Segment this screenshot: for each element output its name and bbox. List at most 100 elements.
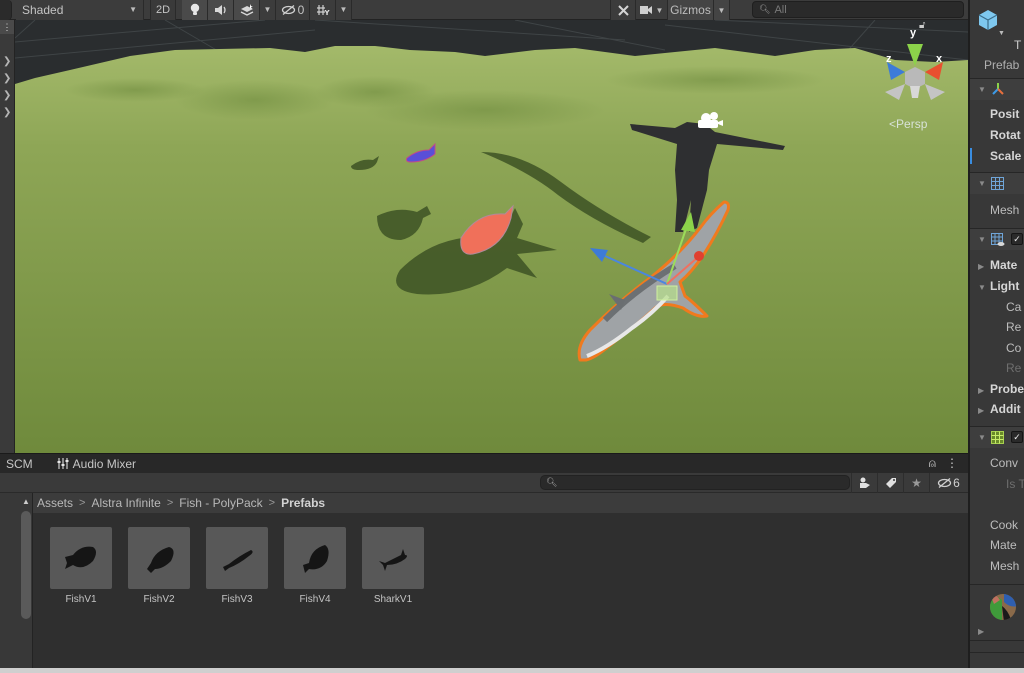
grid-snap-button[interactable]: Y [310,0,336,20]
gizmos-dropdown-button[interactable]: ▼ [714,0,730,20]
tag-icon [885,478,896,488]
effects-toggle-button[interactable] [234,0,260,20]
asset-name: FishV4 [299,594,331,605]
svg-text:Y: Y [323,9,330,16]
tab-audio-mixer[interactable]: Audio Mixer [53,457,140,471]
breadcrumb-item[interactable]: Assets [37,496,73,510]
fish-prefab-icon [147,547,174,573]
camera-settings-button[interactable]: ▼ [636,0,668,20]
chevron-down-icon: ▼ [129,5,137,14]
object-name-field[interactable]: T [1014,38,1024,52]
mesh-filter-header[interactable]: ▼ [970,173,1024,194]
mesh-collider-icon [991,431,1004,444]
additional-settings-label[interactable]: Addit [990,402,1024,416]
asset-grid: FishV1 FishV2 FishV3 FishV4 SharkV1 [33,513,968,668]
collapse-triangle-icon[interactable]: ▼ [978,235,986,244]
chevron-right-icon[interactable]: ❯ [3,90,11,101]
tab-scm[interactable]: SCM [2,457,37,471]
scroll-up-arrow[interactable]: ▲ [22,497,30,506]
asset-item[interactable]: SharkV1 [361,527,425,605]
asset-thumbnail [50,527,112,589]
audio-toggle-button[interactable] [208,0,234,20]
scale-label: Scale [990,149,1022,163]
hidden-packages-button[interactable]: 6 [929,473,967,493]
expand-triangle-icon[interactable]: ▶ [978,262,984,271]
projection-label: Persp [896,117,928,131]
layers-icon [240,3,253,16]
expand-triangle-icon[interactable]: ▶ [978,627,984,636]
scene-search-input[interactable]: 🔍︎ All [752,1,964,18]
mesh-label: Mesh [990,203,1020,217]
terrain-hill-shade [65,78,205,102]
eye-hidden-icon [281,4,295,15]
tools-button[interactable] [610,0,636,20]
overlay-menu-handle[interactable]: ⋮ [0,20,14,34]
overlay-tool-strip: ⋮ ❯ ❯ ❯ ❯ [0,20,15,453]
toggle-2d-button[interactable]: 2D [150,0,176,20]
more-options-icon[interactable]: ⋮ [946,456,958,471]
mesh-renderer-enabled-checkbox[interactable]: ✓ [1011,233,1023,245]
window-bottom-edge [0,668,1024,673]
materials-label[interactable]: Mate [990,258,1024,272]
collapse-triangle-icon[interactable]: ▼ [978,283,986,292]
search-by-label-button[interactable] [877,473,903,493]
asset-item[interactable]: FishV3 [205,527,269,605]
folder-tree-scrollbar[interactable] [21,511,31,619]
chevron-right-icon[interactable]: ❯ [3,107,11,118]
scene-visibility-button[interactable]: 0 [276,0,310,20]
gizmos-button[interactable]: Gizmos [668,0,714,20]
lighting-label[interactable]: Light [990,279,1024,293]
chevron-right-icon[interactable]: ❯ [3,73,11,84]
axis-z-label: z [886,53,892,65]
prefab-icon-dropdown[interactable]: ▼ [998,30,1024,37]
material-preview-sphere[interactable] [988,592,1018,622]
breadcrumb-item[interactable]: Alstra Infinite [91,496,160,510]
prefab-label: Prefab [984,58,1020,72]
asset-thumbnail [284,527,346,589]
collider-mesh-label: Mesh [990,559,1020,573]
transform-header[interactable]: ▼ [970,79,1024,100]
shark-prefab-icon [379,549,407,571]
project-search-input[interactable]: 🔍︎ [540,475,850,490]
mesh-renderer-header[interactable]: ▼ ✓ [970,229,1024,250]
asset-item[interactable]: FishV2 [127,527,191,605]
breadcrumb-current[interactable]: Prefabs [281,496,325,510]
favorites-button[interactable]: ★ [903,473,929,493]
chevron-right-icon[interactable]: ❯ [3,56,11,67]
divider [970,640,1024,641]
gizmo-lock-icon[interactable]: 🔓︎ [919,20,925,31]
expand-triangle-icon[interactable]: ▶ [978,386,984,395]
projection-toggle[interactable]: <Persp [889,117,927,131]
asset-name: FishV3 [221,594,253,605]
mesh-collider-header[interactable]: ▼ ✓ [970,427,1024,448]
lightbulb-icon [190,3,199,15]
transform-icon [992,83,1004,95]
fish-prefab-icon [223,550,253,571]
lighting-toggle-button[interactable] [182,0,208,20]
expand-triangle-icon[interactable]: ▶ [978,406,984,415]
breadcrumb-item[interactable]: Fish - PolyPack [179,496,262,510]
scene-toolbar: Shaded ▼ 2D ▼ 0 Y ▼ ▼ Gizmos ▼ 🔍︎ All [0,0,968,20]
is-trigger-label: Is T [1006,477,1024,491]
lock-icon[interactable]: ⍝ [929,456,936,471]
collapse-triangle-icon[interactable]: ▼ [978,85,986,94]
asset-item[interactable]: FishV1 [49,527,113,605]
collapse-triangle-icon[interactable]: ▼ [978,179,986,188]
scene-viewport[interactable]: 🔓︎ y x z <Persp [15,20,968,453]
search-icon: 🔍︎ [759,4,771,14]
camera-icon [639,6,652,14]
probes-label[interactable]: Probe [990,382,1024,396]
shading-mode-dropdown[interactable]: Shaded ▼ [16,0,144,20]
effects-dropdown-button[interactable]: ▼ [260,0,276,20]
gizmo-plane-handle [656,285,678,301]
collapse-triangle-icon[interactable]: ▼ [978,433,986,442]
search-by-type-button[interactable] [851,473,877,493]
mesh-collider-enabled-checkbox[interactable]: ✓ [1011,431,1023,443]
star-icon: ★ [911,476,922,490]
asset-item[interactable]: FishV4 [283,527,347,605]
speaker-icon [214,4,226,15]
chevron-right-icon: > [166,497,174,509]
grid-snap-icon: Y [316,4,330,16]
chevron-right-icon: > [79,497,86,509]
grid-dropdown-button[interactable]: ▼ [336,0,352,20]
